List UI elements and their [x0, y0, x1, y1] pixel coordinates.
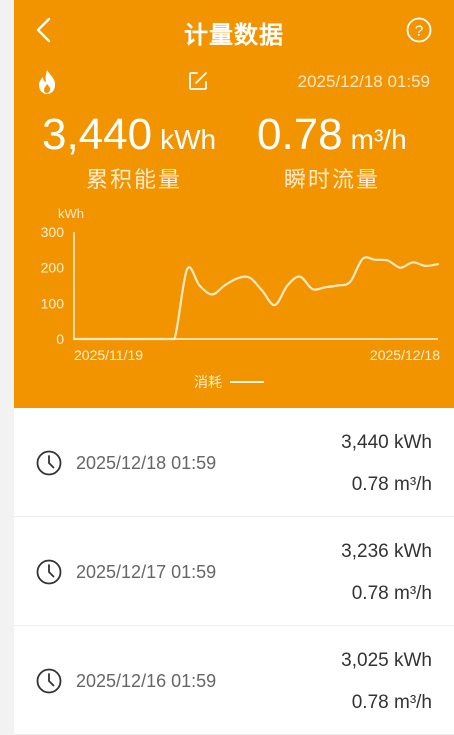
record-energy: 3,440 kWh [341, 432, 432, 453]
page-title: 计量数据 [184, 22, 284, 49]
y-tick-label: 0 [56, 331, 64, 347]
series-line-consumption [72, 256, 440, 341]
y-tick-label: 100 [41, 295, 65, 311]
y-tick-label: 300 [41, 224, 65, 240]
energy-label: 累积能量 [86, 167, 183, 192]
record-flow: 0.78 m³/h [351, 692, 432, 713]
legend-line-swatch [230, 381, 264, 383]
consumption-chart: kWh 300 200 100 0 2025/11/19 2025/12/18 [41, 206, 441, 363]
record-row[interactable]: 2025/12/17 01:59 3,236 kWh 0.78 m³/h [14, 517, 454, 626]
flow-value: 0.78 [257, 110, 343, 159]
clock-icon [36, 668, 62, 694]
y-tick-label: 200 [41, 260, 65, 276]
energy-value: 3,440 [42, 110, 153, 159]
record-energy: 3,236 kWh [341, 541, 432, 562]
nav-bar: 计量数据 ? [14, 0, 454, 60]
clock-icon [36, 450, 62, 476]
chart-legend: 消耗 [194, 372, 264, 392]
record-flow: 0.78 m³/h [351, 474, 432, 495]
flow-unit: m³/h [350, 124, 407, 155]
summary-header: 计量数据 ? 2025/12/18 01:59 3,440 kWh 0.78 m³/… [14, 0, 454, 408]
flame-icon [38, 70, 56, 94]
record-date: 2025/12/17 01:59 [76, 562, 217, 582]
edit-icon[interactable] [188, 71, 208, 91]
y-axis-unit: kWh [58, 206, 84, 221]
clock-icon [36, 559, 62, 585]
energy-total: 3,440 kWh [42, 110, 216, 160]
record-date: 2025/12/16 01:59 [76, 671, 217, 691]
flow-rate: 0.78 m³/h [257, 110, 407, 160]
x-tick-label: 2025/11/19 [74, 347, 143, 363]
record-energy: 3,025 kWh [341, 650, 432, 671]
x-tick-label: 2025/12/18 [370, 347, 440, 363]
help-icon[interactable]: ? [406, 17, 432, 43]
summary-timestamp: 2025/12/18 01:59 [297, 72, 430, 91]
energy-unit: kWh [160, 124, 217, 155]
record-row[interactable]: 2025/12/18 01:59 3,440 kWh 0.78 m³/h [14, 408, 454, 517]
record-date: 2025/12/18 01:59 [76, 453, 217, 473]
flow-label: 瞬时流量 [284, 167, 381, 192]
legend-label: 消耗 [194, 374, 222, 390]
record-list: 2025/12/18 01:59 3,440 kWh 0.78 m³/h 202… [14, 408, 454, 735]
svg-text:?: ? [415, 23, 423, 40]
record-flow: 0.78 m³/h [351, 583, 432, 604]
